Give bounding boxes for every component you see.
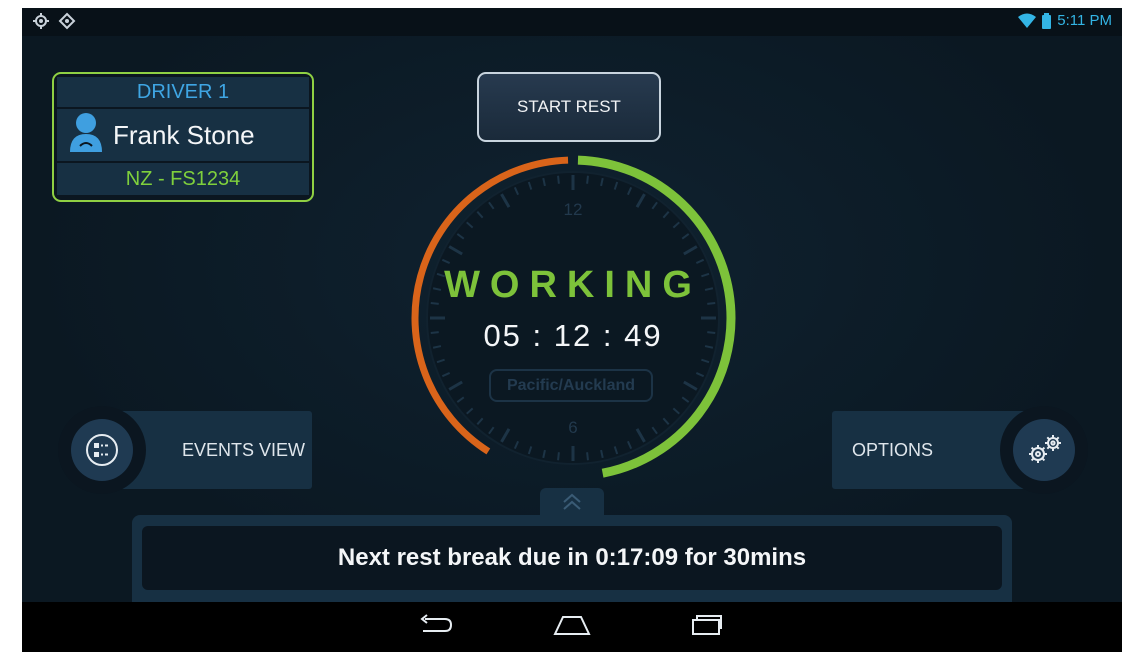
next-rest-message: Next rest break due in 0:17:09 for 30min… bbox=[142, 526, 1002, 590]
driver-name: Frank Stone bbox=[113, 119, 255, 150]
driver-id: NZ - FS1234 bbox=[57, 163, 309, 195]
home-icon bbox=[552, 614, 592, 641]
location-icon bbox=[58, 12, 76, 30]
back-button[interactable] bbox=[406, 612, 466, 642]
gears-icon bbox=[1013, 419, 1075, 481]
dial-label-6: 6 bbox=[568, 418, 578, 437]
main-area: DRIVER 1 Frank Stone NZ - FS1234 START R… bbox=[22, 36, 1122, 605]
work-status: WORKING bbox=[444, 264, 702, 306]
bottom-panel: Next rest break due in 0:17:09 for 30min… bbox=[132, 515, 1012, 605]
recent-apps-button[interactable] bbox=[678, 612, 738, 642]
recent-apps-icon bbox=[689, 614, 727, 641]
start-rest-button[interactable]: START REST bbox=[477, 72, 661, 142]
chevron-up-double-icon bbox=[561, 493, 583, 516]
gps-icon bbox=[32, 12, 50, 30]
events-view-button[interactable]: EVENTS VIEW bbox=[58, 406, 314, 494]
status-dial: 12 6 WORKING 05 : 12 : 49 Pacific/Auckla… bbox=[403, 148, 743, 488]
driver-title: DRIVER 1 bbox=[57, 77, 309, 107]
list-icon bbox=[71, 419, 133, 481]
dial-label-12: 12 bbox=[563, 200, 583, 219]
timezone-badge: Pacific/Auckland bbox=[489, 369, 653, 402]
options-button[interactable]: OPTIONS bbox=[832, 406, 1090, 494]
navigation-bar bbox=[22, 602, 1122, 652]
app-screen: 5:11 PM DRIVER 1 Frank Stone NZ - FS1234… bbox=[22, 8, 1122, 652]
person-icon bbox=[57, 112, 113, 159]
clock-time: 5:11 PM bbox=[1057, 12, 1112, 29]
battery-icon bbox=[1042, 12, 1052, 29]
back-icon bbox=[417, 613, 455, 641]
driver-card[interactable]: DRIVER 1 Frank Stone NZ - FS1234 bbox=[52, 72, 314, 202]
driver-name-row: Frank Stone bbox=[57, 109, 309, 161]
work-timer: 05 : 12 : 49 bbox=[483, 318, 663, 353]
status-bar: 5:11 PM bbox=[22, 8, 1122, 36]
wifi-icon bbox=[1018, 13, 1037, 29]
home-button[interactable] bbox=[542, 612, 602, 642]
